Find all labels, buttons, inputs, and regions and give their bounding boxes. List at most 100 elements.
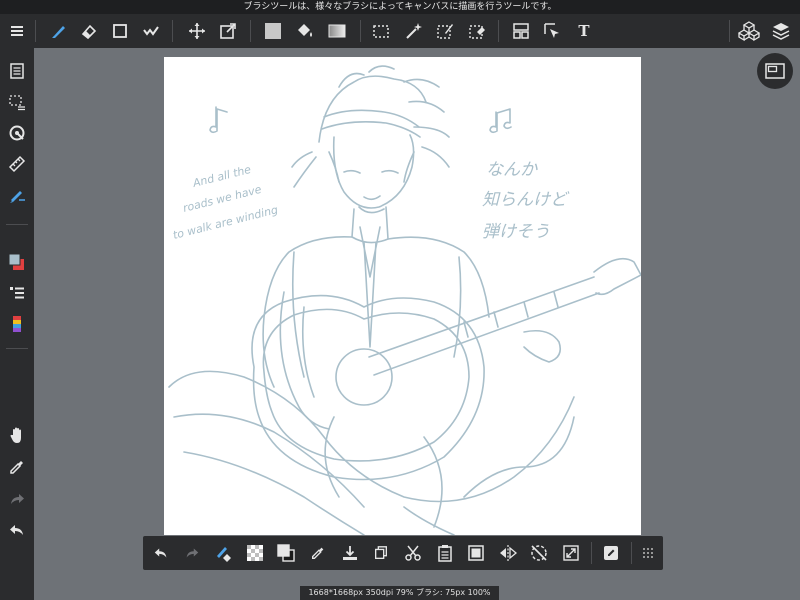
eyedropper-icon: [312, 547, 324, 559]
fill-selection-icon: [468, 545, 484, 561]
grid-dots-icon: [643, 548, 653, 558]
gradient-icon: [328, 24, 346, 38]
color-panel-icon: [8, 253, 24, 270]
copy-icon: [375, 546, 387, 559]
undo-bottom-button[interactable]: [146, 536, 176, 570]
redo-bottom-button[interactable]: [177, 536, 207, 570]
brush-list-icon: [10, 287, 24, 299]
swap-color-icon: [277, 544, 295, 562]
color-palette-icon: [13, 316, 21, 332]
lyric-ja-line-2: 知らんけど: [482, 190, 570, 210]
sketch-drawing: And all the roads we have to walk are wi…: [168, 65, 641, 535]
select-rect-icon: [373, 25, 389, 38]
brush-list-button[interactable]: [0, 278, 34, 308]
top-toolbar: T: [0, 14, 800, 48]
canvas-info-text: 1668*1668px 350dpi 79% ブラシ: 75px 100%: [308, 588, 491, 597]
frame-icon: [513, 23, 529, 39]
swap-color-button[interactable]: [271, 536, 301, 570]
hand-icon: [10, 427, 21, 443]
transform-tool-button[interactable]: [211, 14, 245, 48]
fill-color-icon: [265, 23, 281, 39]
shape-icon: [113, 24, 127, 38]
selection-panel-icon: [9, 95, 25, 111]
move-tool-button[interactable]: [180, 14, 214, 48]
tool-hint: ブラシツールは、様々なブラシによってキャンバスに描画を行うツールです。: [243, 2, 557, 12]
page-manager-button[interactable]: [0, 56, 34, 86]
move-icon: [189, 23, 205, 39]
color-palette-button[interactable]: [0, 309, 34, 339]
bottom-toolbar: [143, 536, 663, 570]
eraser-icon: [81, 24, 97, 40]
transparent-icon: [247, 545, 263, 561]
layers-button[interactable]: [764, 14, 798, 48]
redo-icon: [11, 494, 24, 504]
undo-icon: [10, 525, 23, 535]
clear-brush-icon: [217, 547, 231, 562]
zoom-fit-button[interactable]: [556, 536, 586, 570]
frame-tool-button[interactable]: [504, 14, 538, 48]
save-button[interactable]: [335, 536, 365, 570]
material-button[interactable]: [732, 14, 766, 48]
menu-icon: [11, 26, 23, 36]
edit-icon: [604, 546, 618, 560]
fill-tool-button[interactable]: [134, 14, 168, 48]
brush-panel-icon: [10, 191, 25, 203]
undo-button[interactable]: [0, 515, 34, 545]
more-options-button[interactable]: [633, 536, 663, 570]
flip-button[interactable]: [493, 536, 523, 570]
fill-icon: [143, 26, 159, 36]
gradient-tool-button[interactable]: [320, 14, 354, 48]
lyric-ja-line-3: 弾けそう: [482, 222, 550, 242]
snap-button[interactable]: [0, 118, 34, 148]
redo-button[interactable]: [0, 484, 34, 514]
eyedropper-bottom-button[interactable]: [303, 536, 333, 570]
undo-icon: [154, 548, 167, 558]
lyric-ja-line-1: なんか: [486, 160, 538, 180]
navigator-icon: [765, 63, 785, 79]
redo-icon: [186, 548, 199, 558]
magic-wand-icon: [406, 23, 422, 39]
drawing-canvas[interactable]: And all the roads we have to walk are wi…: [164, 57, 641, 535]
selection-panel-button[interactable]: [0, 87, 34, 117]
operation-icon: [544, 23, 559, 38]
fill-color-button[interactable]: [256, 14, 290, 48]
flip-icon: [500, 545, 518, 561]
select-eraser-button[interactable]: [460, 14, 494, 48]
menu-button[interactable]: [0, 14, 34, 48]
text-tool-button[interactable]: T: [567, 14, 601, 48]
paste-button[interactable]: [430, 536, 460, 570]
save-icon: [343, 546, 357, 560]
select-rect-button[interactable]: [364, 14, 398, 48]
snap-icon: [9, 125, 25, 141]
clear-brush-button[interactable]: [208, 536, 238, 570]
hand-tool-button[interactable]: [0, 420, 34, 450]
brush-icon: [52, 26, 65, 38]
left-toolbar: [0, 48, 34, 600]
status-bar: ブラシツールは、様々なブラシによってキャンバスに描画を行うツールです。: [0, 0, 800, 14]
canvas-info-bar: 1668*1668px 350dpi 79% ブラシ: 75px 100%: [300, 586, 499, 600]
eyedropper-button[interactable]: [0, 452, 34, 482]
select-pen-icon: [437, 24, 453, 39]
ruler-icon: [8, 155, 26, 173]
cut-button[interactable]: [398, 536, 428, 570]
navigator-button[interactable]: [757, 53, 793, 89]
operation-tool-button[interactable]: [535, 14, 569, 48]
bucket-tool-button[interactable]: [288, 14, 322, 48]
layers-icon: [772, 23, 790, 40]
select-pen-button[interactable]: [428, 14, 462, 48]
paste-icon: [438, 545, 452, 562]
ruler-button[interactable]: [0, 149, 34, 179]
text-icon: T: [578, 22, 590, 40]
rotate-button[interactable]: [524, 536, 554, 570]
cut-icon: [405, 545, 421, 561]
eraser-tool-button[interactable]: [72, 14, 106, 48]
brush-panel-button[interactable]: [0, 180, 34, 210]
magic-wand-button[interactable]: [396, 14, 430, 48]
edit-button[interactable]: [596, 536, 626, 570]
shape-tool-button[interactable]: [103, 14, 137, 48]
copy-button[interactable]: [366, 536, 396, 570]
fill-selection-button[interactable]: [461, 536, 491, 570]
color-panel-button[interactable]: [0, 247, 34, 277]
brush-tool-button[interactable]: [42, 14, 76, 48]
transparent-button[interactable]: [240, 536, 270, 570]
